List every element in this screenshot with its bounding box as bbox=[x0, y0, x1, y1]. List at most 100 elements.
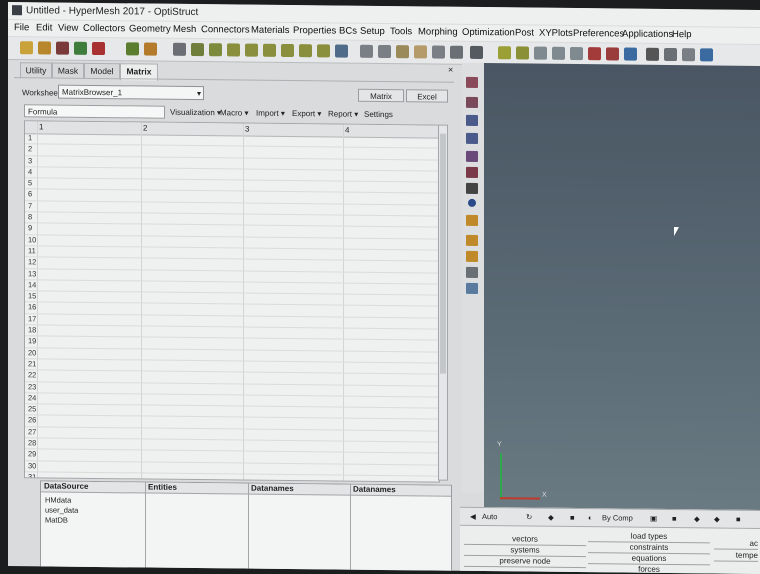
auto-select[interactable]: Auto bbox=[482, 512, 497, 521]
export-icon[interactable] bbox=[74, 41, 87, 55]
label-abc-icon[interactable] bbox=[466, 250, 478, 262]
window-icon[interactable] bbox=[700, 48, 713, 62]
translate-icon[interactable] bbox=[432, 45, 445, 59]
acceleration-button[interactable]: ac bbox=[714, 538, 758, 550]
temperature-button[interactable]: tempe bbox=[714, 550, 758, 562]
column-header-2[interactable]: 2 bbox=[143, 123, 147, 132]
wireframe-icon[interactable]: ▣ bbox=[650, 514, 657, 523]
user-icon[interactable] bbox=[126, 42, 139, 56]
datasource-item[interactable]: HMdata bbox=[45, 495, 71, 504]
worksheet-select[interactable]: MatrixBrowser_1 ▾ bbox=[58, 84, 204, 101]
menu-view[interactable]: View bbox=[58, 23, 78, 34]
graphics-viewport[interactable]: Y X bbox=[484, 63, 760, 510]
pan-icon[interactable] bbox=[396, 45, 409, 59]
rotate-icon[interactable] bbox=[450, 45, 463, 59]
delete-icon[interactable] bbox=[92, 41, 105, 56]
sphere-icon[interactable] bbox=[466, 166, 478, 178]
menu-edit[interactable]: Edit bbox=[36, 22, 52, 33]
rotate-view-icon[interactable]: ↻ bbox=[526, 512, 532, 521]
model-icon[interactable] bbox=[144, 42, 157, 56]
menu-morphing[interactable]: Morphing bbox=[418, 26, 458, 37]
forces-button[interactable]: forces bbox=[588, 564, 710, 574]
cube-icon[interactable]: ■ bbox=[570, 513, 575, 522]
menu-preferences[interactable]: Preferences bbox=[573, 28, 624, 40]
menu-materials[interactable]: Materials bbox=[251, 25, 290, 36]
save-icon[interactable] bbox=[56, 41, 69, 55]
material-icon[interactable] bbox=[466, 96, 478, 108]
cube-shade-icon[interactable] bbox=[570, 46, 583, 61]
sync-icon[interactable] bbox=[664, 47, 677, 62]
zoom-out-icon[interactable] bbox=[378, 44, 391, 59]
mesh-icon[interactable] bbox=[466, 182, 478, 194]
settings-menu[interactable]: Settings bbox=[364, 110, 393, 119]
datasource-item[interactable]: MatDB bbox=[45, 515, 68, 524]
property-icon[interactable] bbox=[466, 114, 478, 126]
export-menu[interactable]: Export ▾ bbox=[292, 109, 321, 118]
menu-geometry[interactable]: Geometry bbox=[129, 23, 171, 34]
view-left-icon[interactable] bbox=[263, 43, 276, 57]
spin-icon[interactable] bbox=[470, 45, 483, 60]
tab-mask[interactable]: Mask bbox=[52, 62, 84, 79]
scrollbar-thumb[interactable] bbox=[440, 133, 446, 374]
zoom-in-icon[interactable] bbox=[360, 44, 373, 58]
view-top-icon[interactable] bbox=[227, 43, 240, 57]
close-icon[interactable]: × bbox=[448, 65, 453, 75]
grid-scrollbar[interactable] bbox=[438, 124, 448, 481]
menu-file[interactable]: File bbox=[14, 22, 29, 33]
zoom-window-icon[interactable] bbox=[173, 42, 186, 56]
menu-bcs[interactable]: BCs bbox=[339, 26, 357, 37]
menu-tools[interactable]: Tools bbox=[390, 26, 412, 37]
view-iso-icon[interactable] bbox=[317, 44, 330, 58]
sum-icon[interactable] bbox=[646, 47, 659, 61]
color-mode-icon[interactable]: ◐ bbox=[588, 513, 593, 522]
load-collector-icon[interactable] bbox=[466, 150, 478, 162]
prop-color-icon[interactable] bbox=[624, 47, 637, 61]
open-model-icon[interactable] bbox=[20, 41, 33, 55]
measure-icon[interactable] bbox=[498, 46, 511, 60]
report-menu[interactable]: Report ▾ bbox=[328, 109, 358, 118]
menu-properties[interactable]: Properties bbox=[293, 25, 336, 36]
import-icon[interactable] bbox=[38, 41, 51, 55]
tab-model[interactable]: Model bbox=[84, 62, 120, 80]
column-header-4[interactable]: 4 bbox=[345, 126, 349, 135]
cube-wire-icon[interactable] bbox=[552, 46, 565, 60]
comp-color-icon[interactable] bbox=[588, 47, 601, 61]
hand-icon[interactable] bbox=[414, 45, 427, 59]
column-header-3[interactable]: 3 bbox=[245, 125, 249, 134]
view-right-icon[interactable] bbox=[281, 43, 294, 58]
by-comp-select[interactable]: By Comp bbox=[602, 513, 633, 522]
menu-collectors[interactable]: Collectors bbox=[83, 23, 125, 34]
pointer-icon[interactable]: ◀ bbox=[470, 512, 476, 521]
column-header-1[interactable]: 1 bbox=[39, 122, 43, 131]
edge-icon[interactable]: ◆ bbox=[714, 514, 720, 523]
menu-optimization[interactable]: Optimization bbox=[462, 27, 515, 39]
label-abc-icon[interactable] bbox=[466, 214, 478, 226]
component-icon[interactable] bbox=[466, 76, 478, 88]
menu-help[interactable]: Help bbox=[672, 29, 692, 40]
shaded-icon[interactable]: ■ bbox=[672, 514, 677, 523]
menu-connectors[interactable]: Connectors bbox=[201, 24, 250, 36]
matrix-grid[interactable]: 1 2 3 4 1 2 3 4 5 6 7 8 9 10 11 12 13 14 15 16 17 18 19 20 2… bbox=[24, 120, 440, 483]
formula-input[interactable]: Formula bbox=[24, 104, 165, 119]
matrix-button[interactable]: Matrix bbox=[358, 88, 404, 103]
menu-mesh[interactable]: Mesh bbox=[173, 24, 196, 35]
import-menu[interactable]: Import ▾ bbox=[256, 109, 285, 118]
element-icon[interactable]: ◆ bbox=[694, 514, 700, 523]
clip-icon[interactable] bbox=[682, 48, 695, 62]
cube-icon[interactable] bbox=[534, 46, 547, 60]
rotate-left-icon[interactable] bbox=[191, 42, 204, 57]
datasource-item[interactable]: user_data bbox=[45, 505, 78, 514]
preserve-node-button[interactable]: preserve node bbox=[464, 555, 586, 569]
menu-xyplots[interactable]: XYPlots bbox=[539, 28, 573, 39]
visualization-menu[interactable]: Visualization ▾ bbox=[170, 108, 221, 118]
shape-icon[interactable]: ◆ bbox=[548, 513, 554, 522]
mat-color-icon[interactable] bbox=[606, 47, 619, 61]
view-bottom-icon[interactable] bbox=[245, 43, 258, 57]
tab-utility[interactable]: Utility bbox=[20, 62, 52, 79]
menu-setup[interactable]: Setup bbox=[360, 26, 385, 37]
fit-view-icon[interactable] bbox=[209, 43, 222, 57]
assembly-icon[interactable] bbox=[466, 132, 478, 144]
view-front-icon[interactable] bbox=[299, 44, 312, 58]
label-abc-icon[interactable] bbox=[466, 234, 478, 246]
info-icon[interactable] bbox=[468, 198, 476, 207]
